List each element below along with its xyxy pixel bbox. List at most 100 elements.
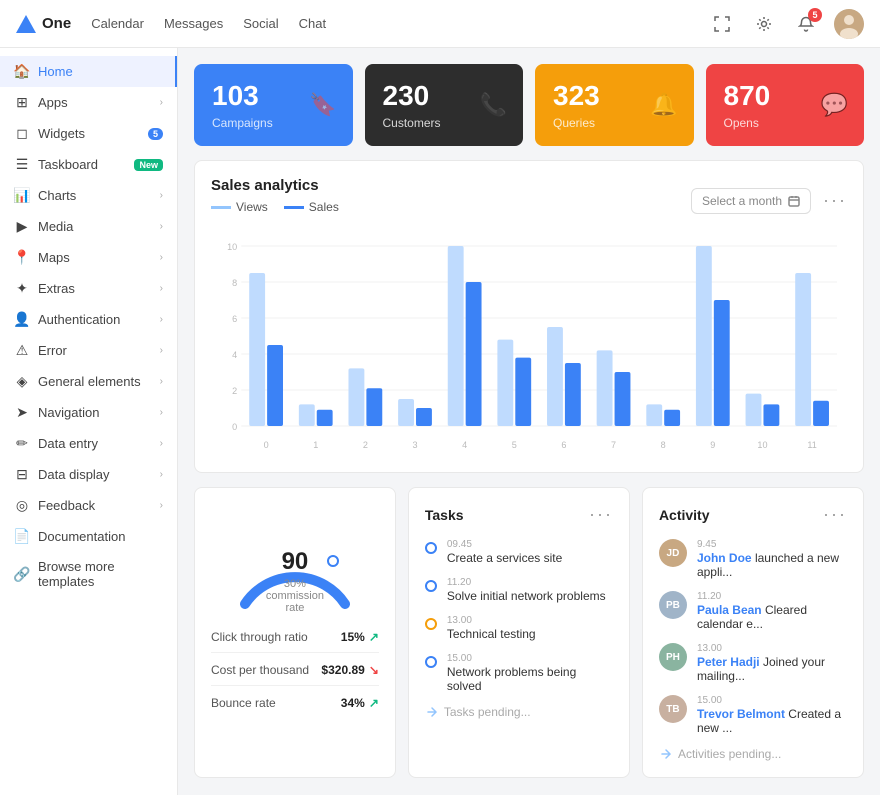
activity-text: Trevor Belmont Created a new ... [697,707,847,735]
sidebar-label-datadisplay: Data display [38,467,152,482]
gauge-label: 30% commission rate [262,578,327,614]
sidebar-item-charts[interactable]: 📊Charts› [0,180,177,211]
task-dot [425,618,437,630]
sidebar-item-authentication[interactable]: 👤Authentication› [0,304,177,335]
sidebar-item-documentation[interactable]: 📄Documentation [0,521,177,552]
activity-more[interactable]: ··· [823,504,847,525]
sidebar-item-widgets[interactable]: ◻Widgets5 [0,118,177,149]
sidebar-item-home[interactable]: 🏠Home [0,56,177,87]
svg-text:2: 2 [232,386,237,396]
chevron-charts: › [160,190,163,201]
bar-views-11 [795,273,811,426]
metric-cost-per-thousand: Cost per thousand $320.89 ↘ [211,663,379,686]
sidebar-item-dataentry[interactable]: ✏Data entry› [0,428,177,459]
bar-sales-3 [416,408,432,426]
settings-icon[interactable] [750,10,778,38]
metric-bounce-rate: Bounce rate 34% ↗ [211,696,379,718]
datadisplay-icon: ⊟ [14,466,30,483]
feedback-icon: ◎ [14,497,30,514]
metric-trend-icon: ↗ [369,696,379,710]
metric-value: $320.89 ↘ [321,663,378,677]
task-info: 09.45Create a services site [447,539,562,565]
sidebar-label-feedback: Feedback [38,498,152,513]
svg-text:7: 7 [611,440,616,450]
sidebar-item-maps[interactable]: 📍Maps› [0,242,177,273]
bar-views-7 [597,350,613,426]
topnav: One Calendar Messages Social Chat 5 [0,0,880,48]
sidebar-item-feedback[interactable]: ◎Feedback› [0,490,177,521]
sidebar-item-browse[interactable]: 🔗Browse more templates [0,552,177,596]
pending-icon [425,705,439,719]
sidebar-item-extras[interactable]: ✦Extras› [0,273,177,304]
sidebar-item-datadisplay[interactable]: ⊟Data display› [0,459,177,490]
dataentry-icon: ✏ [14,435,30,452]
stat-label-2: Queries [553,116,676,130]
authentication-icon: 👤 [14,311,30,328]
sidebar-item-taskboard[interactable]: ☰TaskboardNew [0,149,177,180]
bar-views-3 [398,399,414,426]
sidebar-item-navigation[interactable]: ➤Navigation› [0,397,177,428]
task-item-0: 09.45Create a services site [425,539,613,565]
topnav-link-messages[interactable]: Messages [164,16,223,31]
activity-text: Paula Bean Cleared calendar e... [697,603,847,631]
task-dot-wrap [425,542,437,554]
task-dot [425,542,437,554]
analytics-more[interactable]: ··· [823,190,847,211]
fullscreen-icon[interactable] [708,10,736,38]
task-dot-wrap [425,580,437,592]
topnav-link-social[interactable]: Social [243,16,278,31]
svg-text:5: 5 [512,440,517,450]
sidebar-item-error[interactable]: ⚠Error› [0,335,177,366]
bar-sales-0 [267,345,283,426]
bar-sales-2 [366,388,382,426]
svg-text:8: 8 [232,278,237,288]
activity-item-0: JD9.45John Doe launched a new appli... [659,539,847,579]
chevron-dataentry: › [160,438,163,449]
stat-icon-2: 🔔 [650,92,677,118]
logo-icon [16,15,36,33]
topnav-link-calendar[interactable]: Calendar [91,16,144,31]
bar-views-6 [547,327,563,426]
topnav-actions: 5 [708,9,864,39]
tasks-card: Tasks ··· 09.45Create a services site11.… [408,487,630,778]
task-dot-wrap [425,618,437,630]
browse-icon: 🔗 [14,566,30,583]
activity-info: 15.00Trevor Belmont Created a new ... [697,695,847,735]
logo[interactable]: One [16,15,71,33]
gauge-wrapper: 90 30% commission rate [230,514,360,614]
month-select[interactable]: Select a month [691,188,811,214]
stat-cards: 103Campaigns🔖230Customers📞323Queries🔔870… [194,64,864,146]
apps-icon: ⊞ [14,94,30,111]
bar-sales-11 [813,401,829,426]
svg-text:3: 3 [412,440,417,450]
notifications-icon[interactable]: 5 [792,10,820,38]
task-dot [425,580,437,592]
bar-views-2 [348,368,364,426]
legend-sales: Sales [284,200,339,214]
bar-sales-4 [466,282,482,426]
activity-avatar-3: TB [659,695,687,723]
bar-views-10 [746,394,762,426]
activity-item-2: PH13.00Peter Hadji Joined your mailing..… [659,643,847,683]
sidebar-label-apps: Apps [38,95,152,110]
bottom-row: 90 30% commission rate Click through rat… [194,487,864,778]
task-info: 11.20Solve initial network problems [447,577,606,603]
svg-text:10: 10 [227,242,237,252]
topnav-link-chat[interactable]: Chat [299,16,326,31]
sidebar: 🏠Home ⊞ Apps › ◻Widgets5☰TaskboardNew📊Charts… [0,48,178,795]
task-info: 13.00Technical testing [447,615,536,641]
sidebar-item-apps[interactable]: ⊞Apps› [0,87,177,118]
task-dot-wrap [425,656,437,668]
sidebar-item-general[interactable]: ◈General elements› [0,366,177,397]
metric-name: Cost per thousand [211,663,309,677]
metric-name: Bounce rate [211,696,276,710]
documentation-icon: 📄 [14,528,30,545]
chevron-error: › [160,345,163,356]
tasks-more[interactable]: ··· [589,504,613,525]
user-avatar[interactable] [834,9,864,39]
sidebar-item-media[interactable]: ▶Media› [0,211,177,242]
activity-text: Peter Hadji Joined your mailing... [697,655,847,683]
metric-value: 34% ↗ [341,696,379,710]
chevron-navigation: › [160,407,163,418]
metric-trend-icon: ↗ [369,630,379,644]
